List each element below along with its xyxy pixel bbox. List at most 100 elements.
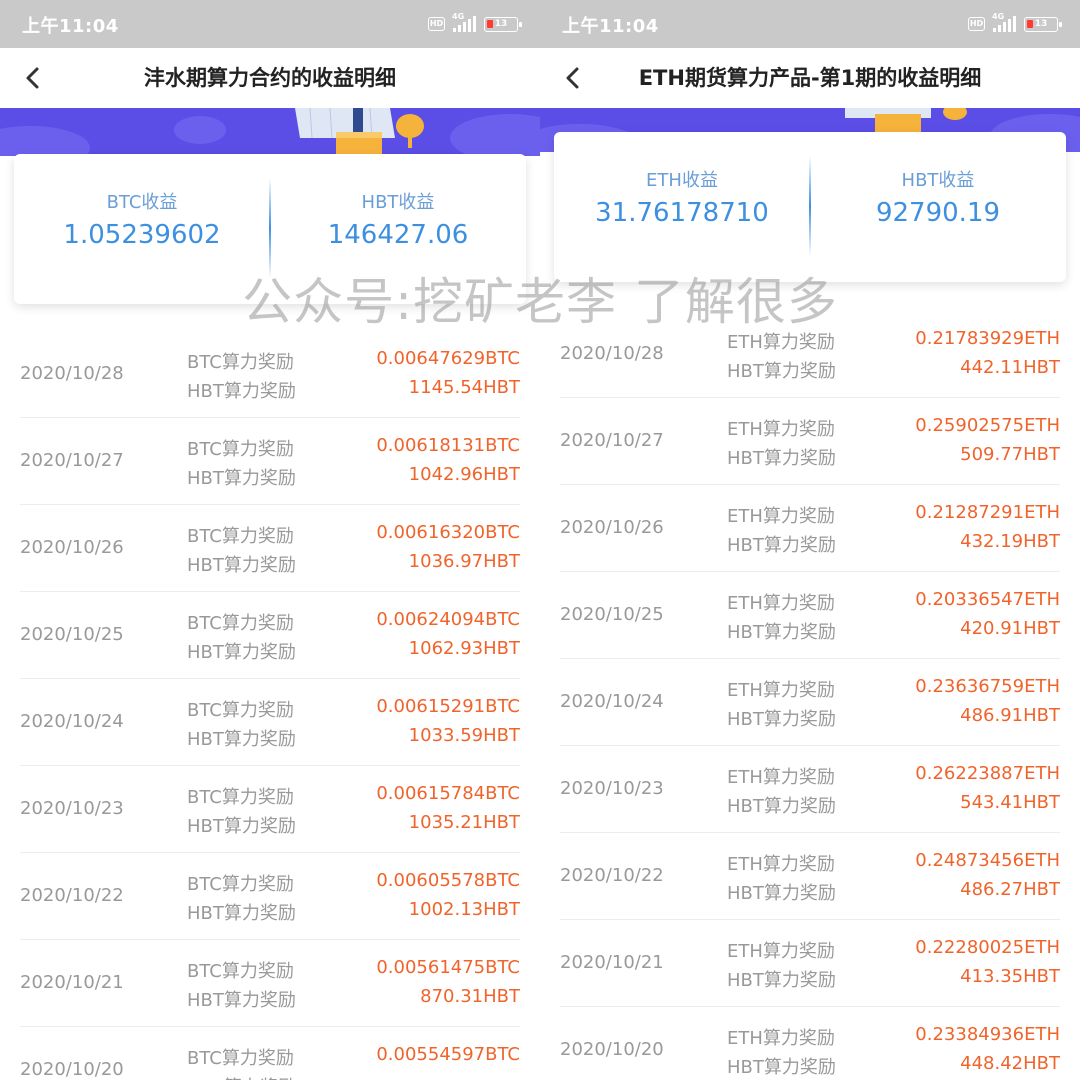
reward-type: HBT算力奖励 [727,883,836,904]
summary-label: BTC收益 [106,192,178,213]
banner-illustration-icon [0,108,540,156]
reward-type: ETH算力奖励 [727,854,835,875]
summary-secondary: HBT收益 92790.19 [810,132,1066,282]
row-date: 2020/10/22 [560,865,664,886]
reward-type: HBT算力奖励 [727,448,836,469]
reward-amount: 486.27HBT [960,879,1060,900]
row-date: 2020/10/26 [560,517,664,538]
table-row: 2020/10/23 ETH算力奖励 HBT算力奖励 0.26223887ETH 543… [560,746,1060,833]
reward-type: ETH算力奖励 [727,941,835,962]
row-date: 2020/10/25 [560,604,664,625]
table-row: 2020/10/25 ETH算力奖励 HBT算力奖励 0.20336547ETH 420… [560,572,1060,659]
reward-amount: 0.23384936ETH [915,1024,1060,1045]
row-date: 2020/10/27 [560,430,664,451]
left-screen: 上午11:04 HD 4G 13 沣水期算力合约的收益明细 BTC收益 1.05… [0,0,540,1080]
back-button[interactable] [560,62,590,94]
reward-amount: 0.21783929ETH [915,328,1060,349]
table-row: 2020/10/23 BTC算力奖励 HBT算力奖励 0.00615784BTC 103… [20,766,520,853]
page-title: ETH期货算力产品-第1期的收益明细 [638,66,982,90]
page-title: 沣水期算力合约的收益明细 [144,66,396,90]
reward-type: BTC算力奖励 [187,613,294,634]
reward-amount: 486.91HBT [960,705,1060,726]
nav-bar: ETH期货算力产品-第1期的收益明细 [540,48,1080,108]
reward-type: HBT算力奖励 [187,468,296,489]
reward-type: ETH算力奖励 [727,419,835,440]
reward-amount: 420.91HBT [960,618,1060,639]
reward-amount: 1035.21HBT [408,812,520,833]
status-bar: 上午11:04 HD 4G 13 [540,0,1080,48]
hd-icon: HD [968,17,985,31]
chevron-left-icon [26,67,39,89]
row-date: 2020/10/28 [20,363,124,384]
reward-type: HBT算力奖励 [727,796,836,817]
reward-type: BTC算力奖励 [187,961,294,982]
table-row: 2020/10/28 BTC算力奖励 HBT算力奖励 0.00647629BTC 114… [20,331,520,418]
reward-amount: 1145.54HBT [408,377,520,398]
row-date: 2020/10/23 [20,798,124,819]
row-date: 2020/10/24 [560,691,664,712]
signal-icon: 4G [992,12,1016,32]
reward-amount: 0.22280025ETH [915,937,1060,958]
table-row: 2020/10/27 BTC算力奖励 HBT算力奖励 0.00618131BTC 104… [20,418,520,505]
reward-amount: 0.26223887ETH [915,763,1060,784]
status-icons: HD 4G 13 [968,12,1062,33]
reward-type: ETH算力奖励 [727,1028,835,1049]
reward-type: HBT算力奖励 [727,709,836,730]
battery-icon: 13 [484,16,522,32]
row-date: 2020/10/22 [20,885,124,906]
table-row: 2020/10/26 BTC算力奖励 HBT算力奖励 0.00616320BTC 103… [20,505,520,592]
reward-amount: 448.42HBT [960,1053,1060,1074]
reward-type: HBT算力奖励 [187,990,296,1011]
right-screen: 上午11:04 HD 4G 13 ETH期货算力产品-第1期的收益明细 ETH收… [540,0,1080,1080]
network-type: 4G [992,12,1005,21]
table-row: 2020/10/24 ETH算力奖励 HBT算力奖励 0.23636759ETH 486… [560,659,1060,746]
summary-value: 92790.19 [875,198,1001,228]
row-date: 2020/10/20 [20,1059,124,1080]
reward-amount: 1062.93HBT [408,638,520,659]
reward-type: HBT算力奖励 [187,555,296,576]
table-row: 2020/10/28 ETH算力奖励 HBT算力奖励 0.21783929ETH 442… [560,311,1060,398]
reward-amount: 0.00615291BTC [376,696,520,717]
row-date: 2020/10/20 [560,1039,664,1060]
table-row: 2020/10/24 BTC算力奖励 HBT算力奖励 0.00615291BTC 103… [20,679,520,766]
reward-type: BTC算力奖励 [187,1048,294,1069]
row-date: 2020/10/26 [20,537,124,558]
summary-primary: BTC收益 1.05239602 [14,154,270,304]
reward-type: BTC算力奖励 [187,439,294,460]
table-row: 2020/10/21 ETH算力奖励 HBT算力奖励 0.22280025ETH 413… [560,920,1060,1007]
reward-amount: 0.00561475BTC [376,957,520,978]
reward-type: HBT算力奖励 [187,381,296,402]
reward-amount: 543.41HBT [960,792,1060,813]
reward-type: BTC算力奖励 [187,787,294,808]
summary-primary: ETH收益 31.76178710 [554,132,810,282]
table-row: 2020/10/22 ETH算力奖励 HBT算力奖励 0.24873456ETH 486… [560,833,1060,920]
back-button[interactable] [20,62,50,94]
summary-value: 1.05239602 [63,220,221,250]
battery-level: 13 [494,18,508,29]
reward-type: HBT算力奖励 [727,1057,836,1078]
battery-level: 13 [1034,18,1048,29]
reward-type: ETH算力奖励 [727,332,835,353]
header-banner [0,108,540,156]
reward-amount: 509.77HBT [960,444,1060,465]
row-date: 2020/10/28 [560,343,664,364]
reward-amount: 432.19HBT [960,531,1060,552]
reward-type: ETH算力奖励 [727,506,835,527]
reward-amount: 0.21287291ETH [915,502,1060,523]
reward-type: HBT算力奖励 [727,970,836,991]
table-row: 2020/10/25 BTC算力奖励 HBT算力奖励 0.00624094BTC 106… [20,592,520,679]
reward-amount: 0.23636759ETH [915,676,1060,697]
row-date: 2020/10/27 [20,450,124,471]
earnings-summary-card: ETH收益 31.76178710 HBT收益 92790.19 [554,132,1066,282]
reward-amount: 0.00618131BTC [376,435,520,456]
summary-value: 31.76178710 [595,198,769,228]
hd-icon: HD [428,17,445,31]
row-date: 2020/10/21 [560,952,664,973]
reward-amount: 442.11HBT [960,357,1060,378]
reward-type: ETH算力奖励 [727,593,835,614]
reward-type: BTC算力奖励 [187,352,294,373]
reward-amount: 0.20336547ETH [915,589,1060,610]
summary-label: HBT收益 [361,192,435,213]
reward-amount: 1033.59HBT [408,725,520,746]
reward-type: HBT算力奖励 [187,903,296,924]
